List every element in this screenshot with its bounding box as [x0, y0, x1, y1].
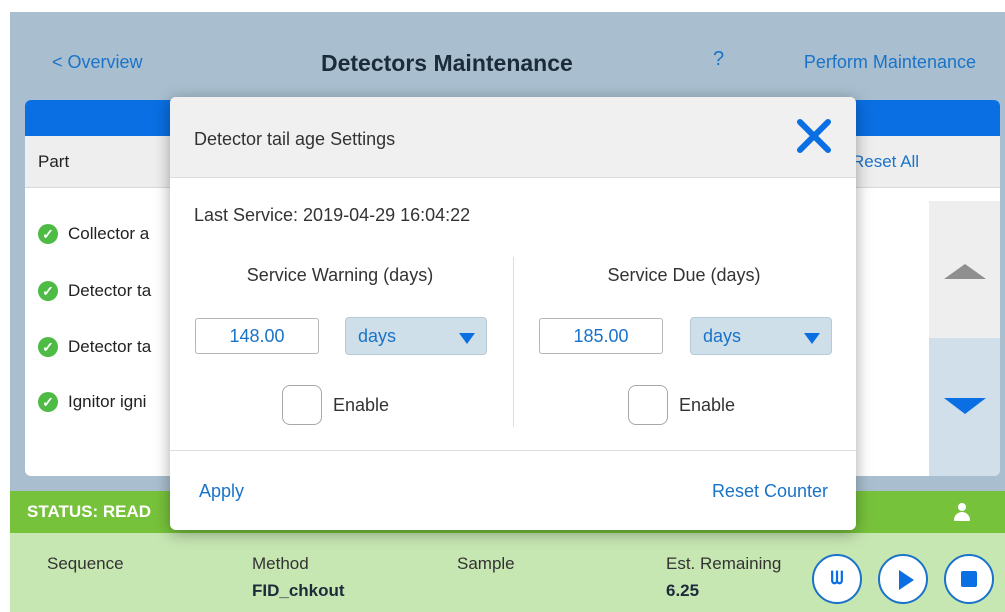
row-label: Detector ta [68, 281, 152, 300]
help-button[interactable]: ? [713, 48, 724, 71]
chevron-down-icon [804, 333, 820, 344]
table-row[interactable]: ✓ Detector ta [38, 335, 151, 359]
service-warning-title: Service Warning (days) [246, 265, 434, 285]
page-title: Detectors Maintenance [321, 50, 573, 76]
method-label: Method [252, 554, 309, 573]
dialog-title: Detector tail age Settings [194, 129, 396, 149]
scroll-down-button[interactable] [929, 338, 1000, 476]
status-text: STATUS: READ [27, 502, 152, 521]
close-icon[interactable] [794, 116, 834, 156]
table-row[interactable]: ✓ Collector a [38, 222, 149, 246]
check-circle-icon: ✓ [38, 224, 58, 244]
header: < Overview Detectors Maintenance ? Perfo… [10, 12, 1005, 102]
vial-button[interactable]: ᗯ [812, 554, 862, 604]
run-footer: Sequence Method FID_chkout Sample Est. R… [10, 533, 1005, 612]
reset-counter-button[interactable]: Reset Counter [712, 481, 828, 502]
table-row[interactable]: ✓ Detector ta [38, 279, 151, 303]
play-button[interactable] [878, 554, 928, 604]
remaining-value: 6.25 [666, 581, 700, 600]
dialog-footer-divider [170, 450, 856, 451]
chevron-down-icon [459, 333, 475, 344]
last-service-text: Last Service: 2019-04-29 16:04:22 [194, 205, 471, 225]
apply-button[interactable]: Apply [199, 481, 244, 502]
due-enable-label: Enable [679, 395, 736, 415]
row-label: Ignitor igni [68, 392, 147, 411]
sample-label: Sample [457, 554, 515, 573]
row-label: Collector a [68, 224, 150, 243]
table-row[interactable]: ✓ Ignitor igni [38, 390, 146, 414]
stop-icon [961, 571, 977, 587]
triangle-up-icon [944, 264, 986, 279]
overview-link[interactable]: < Overview [52, 52, 143, 73]
dialog-header: Detector tail age Settings [170, 97, 856, 178]
play-icon [899, 570, 914, 590]
warning-enable-label: Enable [333, 395, 390, 415]
due-enable-checkbox[interactable] [628, 385, 668, 425]
stop-button[interactable] [944, 554, 994, 604]
sequence-label: Sequence [47, 554, 124, 573]
user-icon[interactable] [954, 503, 970, 521]
scroll-up-button[interactable] [929, 201, 1000, 338]
perform-maintenance-link[interactable]: Perform Maintenance [804, 52, 976, 73]
check-circle-icon: ✓ [38, 281, 58, 301]
remaining-label: Est. Remaining [666, 554, 782, 573]
warning-unit-select[interactable]: days [345, 317, 487, 355]
settings-dialog: Detector tail age Settings Last Service:… [170, 97, 856, 530]
row-label: Detector ta [68, 337, 152, 356]
due-days-input[interactable]: 185.00 [539, 318, 663, 354]
check-circle-icon: ✓ [38, 337, 58, 357]
column-part: Part [38, 152, 70, 171]
reset-all-button[interactable]: Reset All [852, 152, 919, 172]
due-unit-label: days [703, 326, 742, 346]
warning-unit-label: days [358, 326, 397, 346]
check-circle-icon: ✓ [38, 392, 58, 412]
due-unit-select[interactable]: days [690, 317, 832, 355]
divider [513, 257, 514, 427]
method-value: FID_chkout [252, 581, 345, 600]
triangle-down-icon [944, 398, 986, 414]
vial-icon: ᗯ [830, 568, 844, 588]
warning-days-input[interactable]: 148.00 [195, 318, 319, 354]
warning-enable-checkbox[interactable] [282, 385, 322, 425]
service-due-title: Service Due (days) [607, 265, 761, 285]
